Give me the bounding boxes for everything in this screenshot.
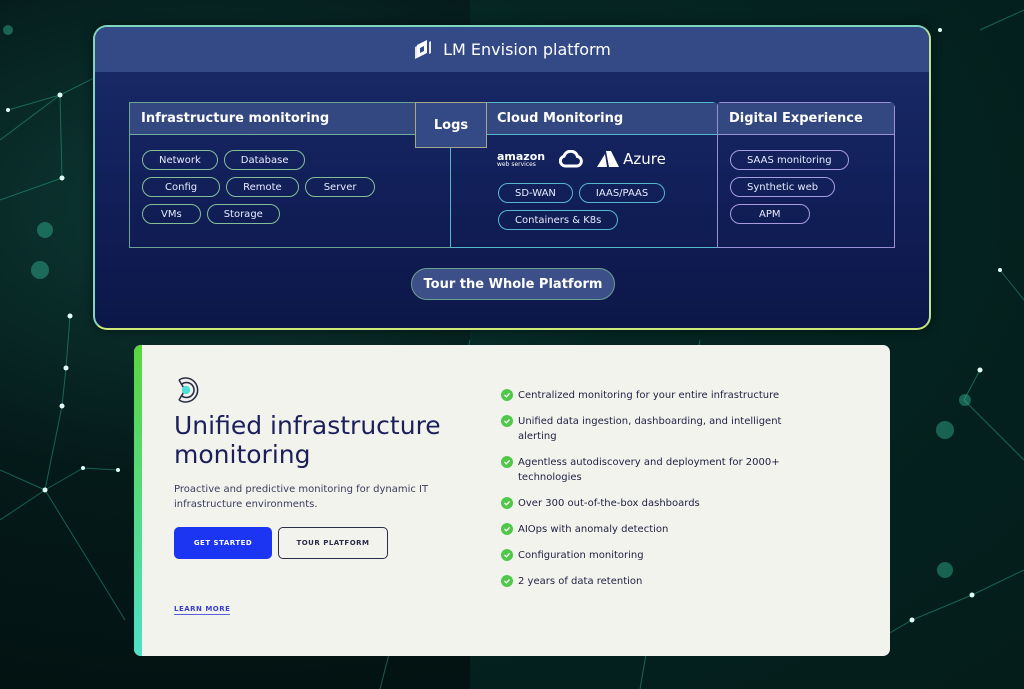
feature-list: Centralized monitoring for your entire i… — [501, 388, 801, 600]
logs-tab[interactable]: Logs — [415, 102, 487, 148]
azure-icon — [597, 151, 620, 167]
feature-text: Configuration monitoring — [518, 550, 644, 561]
feature-item: AIOps with anomaly detection — [501, 522, 801, 537]
card-accent-bar — [134, 345, 142, 656]
platform-title: LM Envision platform — [443, 40, 611, 59]
pill-saas-monitoring[interactable]: SAAS monitoring — [730, 150, 849, 170]
tour-whole-platform-button[interactable]: Tour the Whole Platform — [411, 268, 615, 300]
feature-text: Unified data ingestion, dashboarding, an… — [518, 416, 782, 442]
feature-text: Centralized monitoring for your entire i… — [518, 390, 780, 401]
azure-logo: Azure — [597, 150, 666, 168]
feature-text: Over 300 out-of-the-box dashboards — [518, 498, 700, 509]
pill-synthetic-web[interactable]: Synthetic web — [730, 177, 836, 197]
digital-experience-pills: SAAS monitoring Synthetic web APM — [730, 150, 849, 224]
product-target-icon — [178, 377, 199, 403]
azure-logo-text: Azure — [623, 150, 666, 168]
pill-network[interactable]: Network — [142, 150, 218, 170]
pill-database[interactable]: Database — [223, 150, 306, 170]
pill-apm[interactable]: APM — [730, 204, 810, 224]
check-icon — [501, 415, 513, 427]
check-icon — [501, 523, 513, 535]
get-started-button[interactable]: GET STARTED — [174, 527, 272, 559]
aws-logo: amazon web services — [497, 151, 545, 168]
pill-config[interactable]: Config — [142, 177, 221, 197]
pill-sd-wan[interactable]: SD-WAN — [498, 183, 573, 203]
platform-header: LM Envision platform — [95, 27, 929, 72]
aws-logo-subtext: web services — [497, 160, 536, 168]
digital-experience-heading: Digital Experience — [718, 103, 894, 135]
tour-platform-button[interactable]: TOUR PLATFORM — [278, 527, 388, 559]
check-icon — [501, 575, 513, 587]
check-icon — [501, 456, 513, 468]
cloud-heading: Cloud Monitoring — [451, 103, 717, 135]
learn-more-link[interactable]: LEARN MORE — [174, 605, 231, 615]
card-title: Unified infrastructure monitoring — [174, 411, 441, 469]
lm-logo-icon — [415, 39, 432, 59]
check-icon — [501, 389, 513, 401]
pill-remote[interactable]: Remote — [226, 177, 299, 197]
cloud-pills: SD-WAN IAAS/PAAS Containers & K8s — [498, 183, 708, 230]
feature-item: Unified data ingestion, dashboarding, an… — [501, 414, 801, 444]
pill-containers-k8s[interactable]: Containers & K8s — [498, 210, 619, 230]
infrastructure-column: Infrastructure monitoring Network Databa… — [129, 102, 451, 248]
digital-experience-column: Digital Experience SAAS monitoring Synth… — [717, 102, 895, 248]
feature-item: 2 years of data retention — [501, 574, 801, 589]
google-cloud-icon — [559, 150, 583, 168]
product-card: Unified infrastructure monitoring Proact… — [134, 345, 890, 656]
feature-text: Agentless autodiscovery and deployment f… — [518, 457, 780, 483]
platform-panel: LM Envision platform Infrastructure moni… — [93, 25, 931, 330]
cloud-column: Cloud Monitoring amazon web services Azu… — [450, 102, 718, 248]
feature-item: Configuration monitoring — [501, 548, 801, 563]
infrastructure-heading: Infrastructure monitoring — [130, 103, 450, 135]
feature-item: Over 300 out-of-the-box dashboards — [501, 496, 801, 511]
feature-item: Centralized monitoring for your entire i… — [501, 388, 801, 403]
aws-logo-text: amazon — [497, 149, 546, 163]
feature-text: AIOps with anomaly detection — [518, 524, 669, 535]
check-icon — [501, 497, 513, 509]
feature-item: Agentless autodiscovery and deployment f… — [501, 455, 801, 485]
cloud-logos: amazon web services Azure — [497, 150, 666, 168]
pill-storage[interactable]: Storage — [206, 204, 280, 224]
pill-iaas-paas[interactable]: IAAS/PAAS — [578, 183, 666, 203]
check-icon — [501, 549, 513, 561]
card-description: Proactive and predictive monitoring for … — [174, 484, 429, 510]
pill-server[interactable]: Server — [304, 177, 376, 197]
infrastructure-pills: Network Database Config Remote Server VM… — [142, 150, 382, 224]
feature-text: 2 years of data retention — [518, 576, 643, 587]
pill-vms[interactable]: VMs — [142, 204, 201, 224]
